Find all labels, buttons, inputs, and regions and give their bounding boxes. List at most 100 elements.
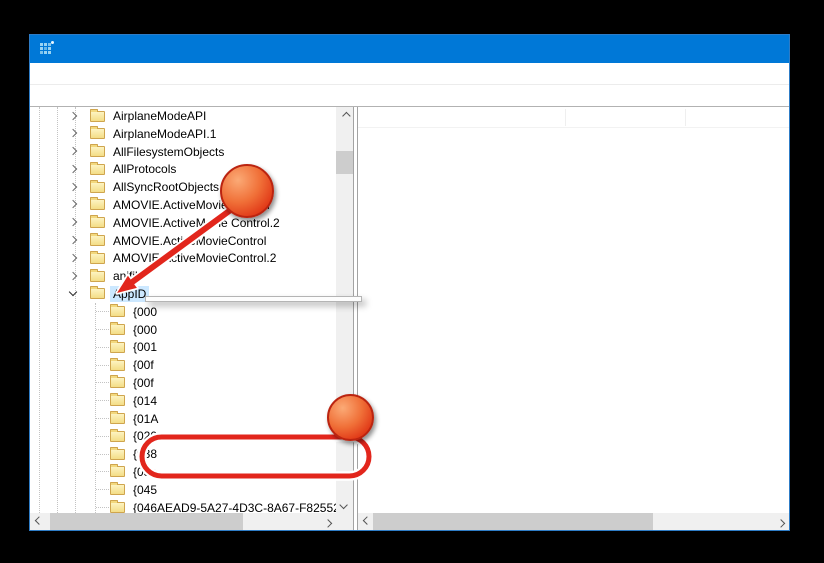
- list-column-header[interactable]: [358, 109, 566, 126]
- tree-item-label: AppID: [110, 286, 149, 302]
- tree-expander-icon[interactable]: [69, 200, 77, 208]
- tree-item-label: AirplaneModeAPI.1: [110, 126, 219, 142]
- main-area: AirplaneModeAPI AirplaneModeAPI.1 AllFil…: [30, 107, 789, 530]
- tree-guide-stub: [96, 400, 109, 401]
- tree-guide-stub: [96, 454, 109, 455]
- tree-row[interactable]: {000: [30, 321, 336, 339]
- folder-icon: [90, 271, 105, 282]
- tree-guide-stub: [96, 471, 109, 472]
- minimize-button[interactable]: [654, 35, 699, 63]
- scrollbar-thumb[interactable]: [336, 151, 353, 174]
- folder-icon: [110, 306, 125, 317]
- folder-icon: [90, 128, 105, 139]
- tree-item-label: AirplaneModeAPI: [110, 108, 209, 124]
- tree-guide-stub: [96, 382, 109, 383]
- address-bar[interactable]: [30, 85, 789, 107]
- tree-row[interactable]: {045: [30, 481, 336, 499]
- tree-vertical-scrollbar[interactable]: [336, 107, 353, 513]
- tree-row[interactable]: {014: [30, 392, 336, 410]
- tree-item-label: anifile: [110, 268, 147, 284]
- tree-expander-icon[interactable]: [69, 165, 77, 173]
- scroll-up-arrow[interactable]: [336, 107, 353, 124]
- tree-row[interactable]: AllProtocols: [30, 160, 336, 178]
- tree-expander-icon[interactable]: [69, 129, 77, 137]
- tree-item-label: AllFilesystemObjects: [110, 144, 227, 160]
- list-horizontal-scrollbar[interactable]: [358, 513, 789, 530]
- annotation-badge-2: [327, 394, 374, 441]
- tree-expander-icon[interactable]: [69, 147, 77, 155]
- tree-horizontal-scrollbar[interactable]: [30, 513, 336, 530]
- tree-item-label: {000: [130, 304, 160, 320]
- tree-row[interactable]: {00f: [30, 374, 336, 392]
- tree-row[interactable]: {038: [30, 445, 336, 463]
- tree-expander-icon[interactable]: [69, 288, 77, 296]
- tree-item-label: AllSyncRootObjects: [110, 179, 222, 195]
- tree-item-label: {03e: [130, 464, 160, 480]
- tree-item-label: {045: [130, 482, 160, 498]
- list-column-header[interactable]: [566, 109, 686, 126]
- tree-row[interactable]: {001: [30, 338, 336, 356]
- folder-icon: [90, 146, 105, 157]
- list-header: [358, 107, 789, 128]
- tree-rows: AirplaneModeAPI AirplaneModeAPI.1 AllFil…: [30, 107, 336, 513]
- scrollbar-thumb[interactable]: [373, 513, 653, 530]
- tree-item-label: AMOVIE.ActiveMovieControl: [110, 233, 269, 249]
- tree-row[interactable]: {01A: [30, 410, 336, 428]
- folder-icon: [110, 484, 125, 495]
- tree-row[interactable]: {03e: [30, 463, 336, 481]
- tree-item-label: AllProtocols: [110, 161, 179, 177]
- folder-icon: [90, 288, 105, 299]
- folder-icon: [90, 182, 105, 193]
- tree-row[interactable]: AirplaneModeAPI: [30, 107, 336, 125]
- tree-item-label: {00f: [130, 357, 157, 373]
- tree-guide-stub: [96, 347, 109, 348]
- annotation-badge-1: [220, 164, 274, 218]
- tree-row[interactable]: AMOVIE.ActiveMovieControl: [30, 232, 336, 250]
- tree-row[interactable]: AMOVIE.ActiveMovie Control: [30, 196, 336, 214]
- tree-row[interactable]: AirplaneModeAPI.1: [30, 125, 336, 143]
- tree-row[interactable]: {000: [30, 303, 336, 321]
- tree-item-label: AMOVIE.ActiveMovieControl.2: [110, 250, 279, 266]
- scroll-right-arrow[interactable]: [319, 513, 336, 530]
- tree-item-label: {000: [130, 322, 160, 338]
- tree-row[interactable]: AllFilesystemObjects: [30, 143, 336, 161]
- tree-guide-stub: [96, 365, 109, 366]
- close-button[interactable]: [744, 35, 789, 63]
- tree-guide-stub: [96, 418, 109, 419]
- folder-icon: [110, 466, 125, 477]
- scroll-down-arrow[interactable]: [336, 496, 353, 513]
- tree-guide-stub: [96, 311, 109, 312]
- tree-row[interactable]: {020: [30, 427, 336, 445]
- folder-icon: [90, 235, 105, 246]
- tree-item-label: {038: [130, 446, 160, 462]
- regedit-window: AirplaneModeAPI AirplaneModeAPI.1 AllFil…: [29, 34, 790, 531]
- tree-row[interactable]: AMOVIE.ActiveMovieControl.2: [30, 249, 336, 267]
- folder-icon: [110, 360, 125, 371]
- registry-editor-icon: [40, 43, 52, 55]
- scroll-right-arrow[interactable]: [772, 513, 789, 530]
- tree-row[interactable]: AllSyncRootObjects: [30, 178, 336, 196]
- tree-expander-icon[interactable]: [69, 182, 77, 190]
- tree-guide-stub: [96, 489, 109, 490]
- folder-icon: [90, 253, 105, 264]
- tree-expander-icon[interactable]: [69, 271, 77, 279]
- tree-guide-stub: [96, 329, 109, 330]
- tree-row[interactable]: AMOVIE.ActiveMovie Control.2: [30, 214, 336, 232]
- scroll-left-arrow[interactable]: [30, 513, 47, 530]
- tree-row[interactable]: anifile: [30, 267, 336, 285]
- tree-row[interactable]: {00f: [30, 356, 336, 374]
- folder-icon: [110, 395, 125, 406]
- maximize-button[interactable]: [699, 35, 744, 63]
- menubar: [30, 63, 789, 85]
- tree-expander-icon[interactable]: [69, 111, 77, 119]
- titlebar[interactable]: [30, 35, 789, 63]
- scrollbar-thumb[interactable]: [50, 513, 243, 530]
- tree-expander-icon[interactable]: [69, 218, 77, 226]
- tree-item-label: {01A: [130, 411, 161, 427]
- tree-expander-icon[interactable]: [69, 236, 77, 244]
- folder-icon: [110, 342, 125, 353]
- scrollbar-corner: [336, 513, 353, 530]
- folder-icon: [110, 502, 125, 513]
- list-column-header[interactable]: [686, 109, 789, 126]
- tree-expander-icon[interactable]: [69, 254, 77, 262]
